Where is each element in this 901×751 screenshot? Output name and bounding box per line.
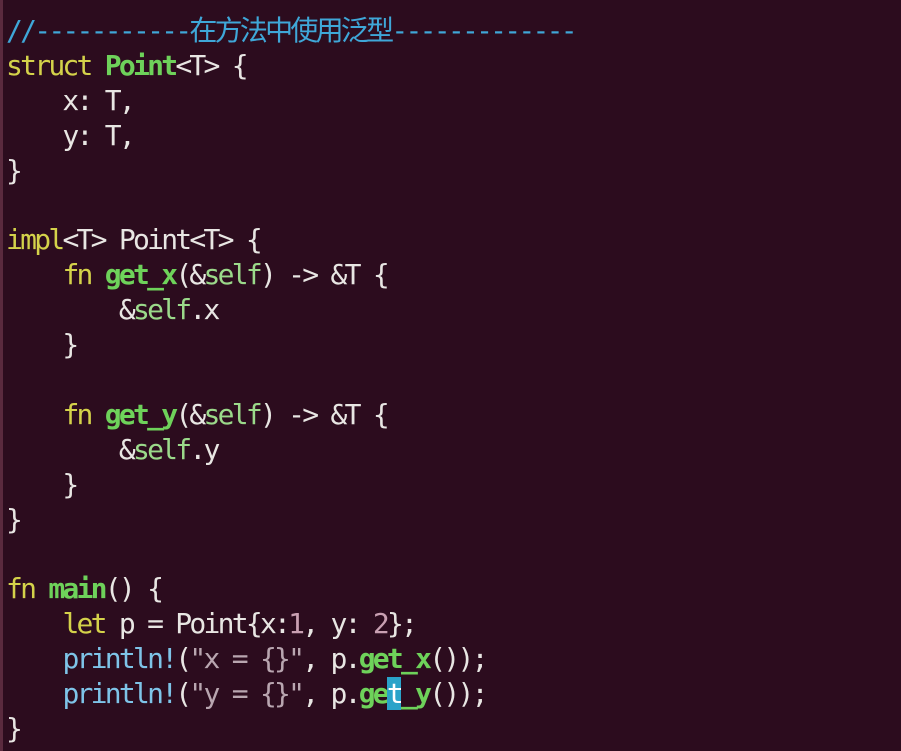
code-token-punct: } (6, 328, 79, 362)
code-token-punct: ()); (429, 642, 488, 676)
code-token-fn: ge (358, 677, 390, 711)
code-token-punct: } (6, 467, 79, 501)
code-token-self: self (132, 432, 192, 466)
code-token-keyword: struct (6, 48, 105, 82)
code-token-fn: main (48, 572, 107, 606)
code-token-punct: (& (175, 397, 206, 431)
code-line[interactable]: impl<T> Point<T> { (6, 223, 263, 257)
code-token-fn: get_x (104, 258, 178, 292)
code-token-comment: ------------- (391, 14, 577, 47)
code-line[interactable]: fn main() { (6, 572, 164, 606)
code-token-plain: & (6, 293, 136, 327)
code-token-punct: ( (175, 642, 192, 676)
code-token-keyword: let (62, 607, 119, 641)
code-token-fn: get_x (358, 642, 432, 676)
code-token-punct: () { (104, 572, 164, 606)
code-line[interactable]: } (6, 712, 23, 746)
code-token-plain: x: T, (6, 83, 135, 117)
code-token-comment: 在方法中使用泛型 (189, 14, 394, 47)
code-line[interactable]: fn get_y(&self) -> &T { (6, 397, 390, 432)
code-token-keyword: fn (6, 572, 49, 606)
code-token-plain: <T> Point<T> { (62, 223, 262, 257)
code-token-punct: ()); (429, 677, 488, 711)
code-line[interactable]: fn get_x(&self) -> &T { (6, 258, 390, 292)
code-token-fn: _y (401, 677, 432, 711)
code-line[interactable]: } (6, 502, 23, 537)
code-token-number: 2 (372, 607, 390, 641)
code-token-punct: ) -> &T { (259, 397, 390, 431)
code-line[interactable]: struct Point<T> { (6, 48, 249, 83)
code-line[interactable]: } (6, 467, 79, 502)
code-editor[interactable]: //-----------在方法中使用泛型------------- struct… (0, 0, 901, 751)
code-line[interactable]: } (6, 153, 23, 188)
code-token-plain: .y (189, 432, 220, 466)
code-line[interactable]: println!("y = {}", p.get_y()); (6, 677, 488, 711)
code-line[interactable]: x: T, (6, 83, 135, 118)
editor-left-border (0, 0, 3, 751)
code-token-plain: }; (386, 607, 418, 641)
text-cursor: t (386, 677, 404, 711)
code-token-macro: println! (62, 677, 178, 711)
code-token-plain: p = Point{x: (118, 607, 291, 641)
code-token-plain: & (6, 432, 136, 466)
code-token-plain: , p. (302, 642, 361, 676)
code-token-punct: <T> { (175, 48, 248, 82)
code-token-number: 1 (288, 607, 305, 641)
code-line[interactable]: &self.y (6, 432, 221, 467)
code-token-punct: } (6, 153, 23, 187)
code-token-plain: .x (189, 293, 220, 327)
code-token-self: self (132, 293, 192, 327)
code-token-plain: , p. (302, 677, 361, 711)
code-token-comment: //----------- (6, 14, 192, 47)
code-token-punct: (& (175, 258, 206, 292)
code-line[interactable]: y: T, (6, 118, 135, 153)
code-token-keyword: fn (62, 397, 105, 431)
code-token-keyword: fn (62, 258, 105, 292)
code-token-string: "y = {}" (189, 677, 305, 711)
code-token-self: self (203, 258, 263, 292)
code-token-punct: } (6, 712, 23, 745)
code-token-punct: ( (175, 677, 192, 711)
code-token-plain: y: T, (6, 118, 135, 152)
code-token-self: self (203, 397, 263, 431)
code-token-punct: ) -> &T { (259, 258, 390, 292)
code-line[interactable]: let p = Point{x:1, y: 2}; (6, 607, 418, 641)
code-line[interactable]: println!("x = {}", p.get_x()); (6, 642, 488, 676)
code-token-fn: get_y (104, 397, 178, 431)
code-token-type: Point (104, 48, 178, 82)
code-token-string: "x = {}" (189, 642, 305, 676)
code-line[interactable]: &self.x (6, 293, 221, 327)
code-token-macro: println! (62, 642, 178, 676)
code-line[interactable]: } (6, 328, 79, 362)
code-line[interactable]: //-----------在方法中使用泛型------------- (6, 14, 578, 48)
code-token-punct: } (6, 502, 23, 536)
code-token-keyword: impl (6, 223, 65, 257)
code-token-plain: , y: (302, 607, 373, 641)
